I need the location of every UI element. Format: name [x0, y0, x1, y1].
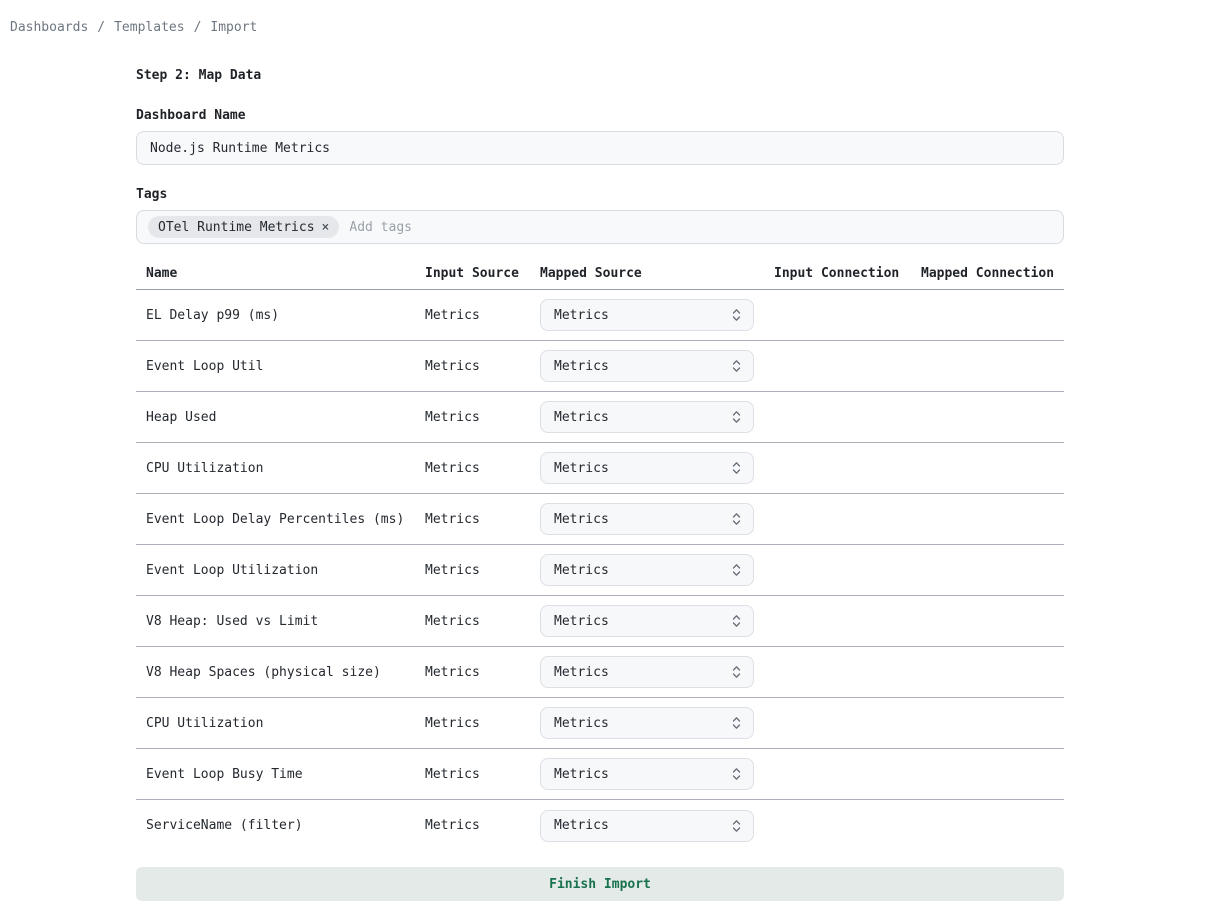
mapped-source-select[interactable]: Metrics: [540, 401, 754, 433]
import-step-content: Step 2: Map Data Dashboard Name Node.js …: [136, 68, 1064, 901]
tag-remove-icon[interactable]: ×: [322, 220, 330, 235]
mapping-table: Name Input Source Mapped Source Input Co…: [136, 266, 1064, 851]
row-metric-name: CPU Utilization: [136, 461, 425, 476]
table-row: Event Loop Utilization Metrics Metrics: [136, 545, 1064, 596]
table-row: ServiceName (filter) Metrics Metrics: [136, 800, 1064, 851]
chevron-up-down-icon: [732, 410, 741, 424]
dashboard-name-value: Node.js Runtime Metrics: [150, 141, 330, 156]
table-row: V8 Heap Spaces (physical size) Metrics M…: [136, 647, 1064, 698]
mapped-source-selected-value: Metrics: [554, 410, 609, 425]
row-metric-name: Event Loop Util: [136, 359, 425, 374]
dashboard-name-label: Dashboard Name: [136, 108, 1064, 123]
chevron-up-down-icon: [732, 563, 741, 577]
breadcrumb-item-dashboards[interactable]: Dashboards: [10, 20, 88, 35]
mapped-source-select[interactable]: Metrics: [540, 350, 754, 382]
mapped-source-select[interactable]: Metrics: [540, 605, 754, 637]
mapped-source-select[interactable]: Metrics: [540, 656, 754, 688]
chevron-up-down-icon: [732, 461, 741, 475]
mapped-source-selected-value: Metrics: [554, 563, 609, 578]
table-row: Event Loop Delay Percentiles (ms) Metric…: [136, 494, 1064, 545]
row-input-source: Metrics: [425, 563, 540, 578]
row-input-source: Metrics: [425, 614, 540, 629]
breadcrumb-separator: /: [97, 20, 105, 35]
row-input-source: Metrics: [425, 410, 540, 425]
mapped-source-select[interactable]: Metrics: [540, 758, 754, 790]
mapped-source-select[interactable]: Metrics: [540, 554, 754, 586]
chevron-up-down-icon: [732, 512, 741, 526]
chevron-up-down-icon: [732, 308, 741, 322]
column-header-input-connection: Input Connection: [774, 266, 921, 281]
dashboard-name-input[interactable]: Node.js Runtime Metrics: [136, 131, 1064, 165]
tag-chip-label: OTel Runtime Metrics: [158, 220, 315, 235]
mapped-source-select[interactable]: Metrics: [540, 810, 754, 842]
chevron-up-down-icon: [732, 665, 741, 679]
row-input-source: Metrics: [425, 665, 540, 680]
mapped-source-select[interactable]: Metrics: [540, 707, 754, 739]
step-title: Step 2: Map Data: [136, 68, 1064, 83]
breadcrumb-item-templates[interactable]: Templates: [114, 20, 184, 35]
chevron-up-down-icon: [732, 767, 741, 781]
mapped-source-selected-value: Metrics: [554, 665, 609, 680]
mapped-source-selected-value: Metrics: [554, 614, 609, 629]
row-input-source: Metrics: [425, 512, 540, 527]
breadcrumb: Dashboards / Templates / Import: [0, 0, 1210, 35]
column-header-mapped-source: Mapped Source: [540, 266, 774, 281]
row-metric-name: EL Delay p99 (ms): [136, 308, 425, 323]
tag-chip: OTel Runtime Metrics ×: [148, 216, 339, 238]
tags-placeholder: Add tags: [349, 220, 412, 235]
mapped-source-selected-value: Metrics: [554, 767, 609, 782]
row-input-source: Metrics: [425, 359, 540, 374]
mapped-source-selected-value: Metrics: [554, 359, 609, 374]
row-metric-name: ServiceName (filter): [136, 818, 425, 833]
table-row: Event Loop Util Metrics Metrics: [136, 341, 1064, 392]
chevron-up-down-icon: [732, 716, 741, 730]
row-input-source: Metrics: [425, 461, 540, 476]
chevron-up-down-icon: [732, 359, 741, 373]
column-header-input-source: Input Source: [425, 266, 540, 281]
mapped-source-selected-value: Metrics: [554, 461, 609, 476]
row-input-source: Metrics: [425, 308, 540, 323]
mapped-source-selected-value: Metrics: [554, 512, 609, 527]
table-row: V8 Heap: Used vs Limit Metrics Metrics: [136, 596, 1064, 647]
column-header-name: Name: [136, 266, 425, 281]
mapped-source-select[interactable]: Metrics: [540, 299, 754, 331]
mapped-source-select[interactable]: Metrics: [540, 452, 754, 484]
row-metric-name: Event Loop Delay Percentiles (ms): [136, 512, 425, 527]
row-input-source: Metrics: [425, 767, 540, 782]
tags-input[interactable]: OTel Runtime Metrics × Add tags: [136, 210, 1064, 244]
mapping-table-body: EL Delay p99 (ms) Metrics Metrics Event …: [136, 290, 1064, 851]
row-metric-name: Event Loop Utilization: [136, 563, 425, 578]
row-metric-name: V8 Heap Spaces (physical size): [136, 665, 425, 680]
row-input-source: Metrics: [425, 716, 540, 731]
table-row: CPU Utilization Metrics Metrics: [136, 698, 1064, 749]
table-row: Heap Used Metrics Metrics: [136, 392, 1064, 443]
table-row: EL Delay p99 (ms) Metrics Metrics: [136, 290, 1064, 341]
mapped-source-selected-value: Metrics: [554, 716, 609, 731]
mapped-source-selected-value: Metrics: [554, 818, 609, 833]
row-metric-name: V8 Heap: Used vs Limit: [136, 614, 425, 629]
row-metric-name: Heap Used: [136, 410, 425, 425]
table-row: Event Loop Busy Time Metrics Metrics: [136, 749, 1064, 800]
chevron-up-down-icon: [732, 614, 741, 628]
breadcrumb-separator: /: [194, 20, 202, 35]
chevron-up-down-icon: [732, 819, 741, 833]
row-input-source: Metrics: [425, 818, 540, 833]
import-wizard-page: Dashboards / Templates / Import Step 2: …: [0, 0, 1210, 901]
mapped-source-select[interactable]: Metrics: [540, 503, 754, 535]
breadcrumb-item-import: Import: [210, 20, 257, 35]
finish-import-button[interactable]: Finish Import: [136, 867, 1064, 901]
row-metric-name: Event Loop Busy Time: [136, 767, 425, 782]
mapped-source-selected-value: Metrics: [554, 308, 609, 323]
column-header-mapped-connection: Mapped Connection: [921, 266, 1064, 281]
row-metric-name: CPU Utilization: [136, 716, 425, 731]
mapping-table-header: Name Input Source Mapped Source Input Co…: [136, 266, 1064, 290]
table-row: CPU Utilization Metrics Metrics: [136, 443, 1064, 494]
tags-label: Tags: [136, 187, 1064, 202]
